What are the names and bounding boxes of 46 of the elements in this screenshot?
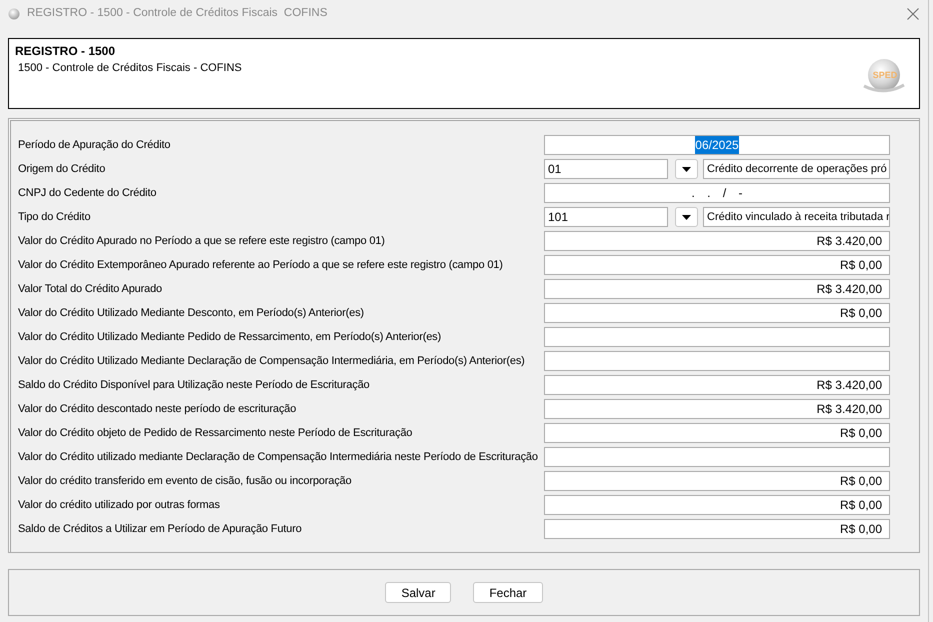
caret-down-icon (682, 214, 691, 220)
field-label: Saldo de Créditos a Utilizar em Período de Apuração Futuro (18, 522, 303, 537)
field-label: Valor do Crédito Apurado no Período a que se refere este registro (campo 01) (18, 234, 386, 249)
input-field[interactable]: . . / - (544, 183, 890, 203)
field-label: Valor do Crédito Utilizado Mediante Declaração de Compensação Intermediária, em Período(s) Anterior(es) (18, 354, 526, 369)
input-field[interactable]: 01 (544, 159, 668, 179)
field-label: Saldo do Crédito Disponível para Utilização neste Período de Escrituração (18, 378, 371, 393)
field-label: Valor do crédito transferido em evento de cisão, fusão ou incorporação (18, 474, 352, 489)
field-label: Valor do Crédito objeto de Pedido de Ressarcimento neste Período de Escrituração (18, 426, 414, 441)
input-field[interactable] (544, 351, 890, 371)
input-field[interactable]: R$ 0,00 (544, 519, 890, 539)
input-field[interactable]: R$ 3.420,00 (544, 375, 890, 395)
window-title: REGISTRO - 1500 - Controle de Créditos Fiscais COFINS (27, 6, 328, 21)
caret-down-icon (682, 166, 691, 172)
field-label: Período de Apuração do Crédito (18, 138, 172, 153)
dialog-button[interactable]: Salvar (385, 582, 452, 603)
input-field[interactable] (544, 327, 890, 347)
dropdown-button[interactable] (675, 159, 698, 179)
field-label: Valor do crédito utilizado por outras formas (18, 498, 221, 513)
input-field[interactable]: R$ 3.420,00 (544, 279, 890, 299)
input-field[interactable]: Crédito decorrente de operações pró (703, 159, 890, 179)
field-label: Valor do Crédito Utilizado Mediante Pedido de Ressarcimento, em Período(s) Anterior(es) (18, 330, 442, 345)
input-field[interactable] (544, 447, 890, 467)
field-label: Valor Total do Crédito Apurado (18, 282, 164, 297)
field-label: CNPJ do Cedente do Crédito (18, 186, 158, 201)
input-field[interactable]: R$ 0,00 (544, 495, 890, 515)
dropdown-button[interactable] (675, 207, 698, 227)
dialog-button[interactable]: Fechar (473, 582, 543, 603)
input-field[interactable]: R$ 3.420,00 (544, 231, 890, 251)
input-field[interactable]: R$ 0,00 (544, 423, 890, 443)
header-subtitle: 1500 - Controle de Créditos Fiscais - COFINS (17, 61, 242, 76)
close-icon[interactable] (907, 8, 919, 20)
header-title: REGISTRO - 1500 (15, 43, 116, 59)
input-field[interactable]: 101 (544, 207, 668, 227)
input-field[interactable]: R$ 0,00 (544, 255, 890, 275)
field-label: Valor do Crédito Extemporâneo Apurado referente ao Período a que se refere este registro (campo 01) (18, 258, 504, 273)
input-field[interactable]: R$ 0,00 (544, 303, 890, 323)
field-label: Valor do Crédito descontado neste período de escrituração (18, 402, 298, 417)
input-field[interactable]: 06/2025 (544, 135, 890, 155)
field-label: Valor do Crédito Utilizado Mediante Desconto, em Período(s) Anterior(es) (18, 306, 365, 321)
input-field[interactable]: R$ 3.420,00 (544, 399, 890, 419)
field-label: Tipo do Crédito (18, 210, 92, 225)
field-label: Valor do Crédito utilizado mediante Declaração de Compensação Intermediária neste Período de Escrituração (18, 450, 539, 465)
input-field[interactable]: R$ 0,00 (544, 471, 890, 491)
field-label: Origem do Crédito (18, 162, 106, 177)
sphere-icon (8, 8, 20, 20)
